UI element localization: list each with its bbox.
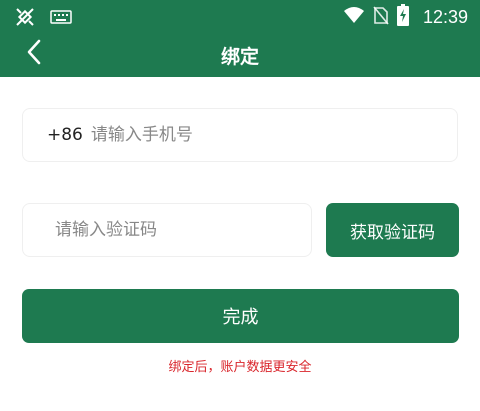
nav-bar: 绑定 <box>0 30 480 77</box>
satellite-off-icon <box>14 6 36 32</box>
phone-input[interactable] <box>90 125 391 145</box>
status-bar-right: 12:39 <box>343 4 468 30</box>
no-sim-icon <box>373 5 389 29</box>
country-code[interactable]: +86 <box>47 125 83 145</box>
battery-charging-icon <box>396 4 409 30</box>
app-header: 12:39 绑定 <box>0 0 480 77</box>
get-code-button[interactable]: 获取验证码 <box>326 203 459 257</box>
status-bar: 12:39 <box>0 0 480 30</box>
wifi-icon <box>343 6 365 28</box>
status-bar-left <box>14 6 72 32</box>
page-title: 绑定 <box>220 46 259 68</box>
code-field <box>22 203 312 257</box>
verification-code-input[interactable] <box>55 220 295 240</box>
keyboard-icon <box>50 9 72 29</box>
phone-field: +86 <box>22 108 458 162</box>
security-hint: 绑定后，账户数据更安全 <box>168 360 312 375</box>
done-button[interactable]: 完成 <box>22 289 459 343</box>
status-time: 12:39 <box>422 6 468 27</box>
